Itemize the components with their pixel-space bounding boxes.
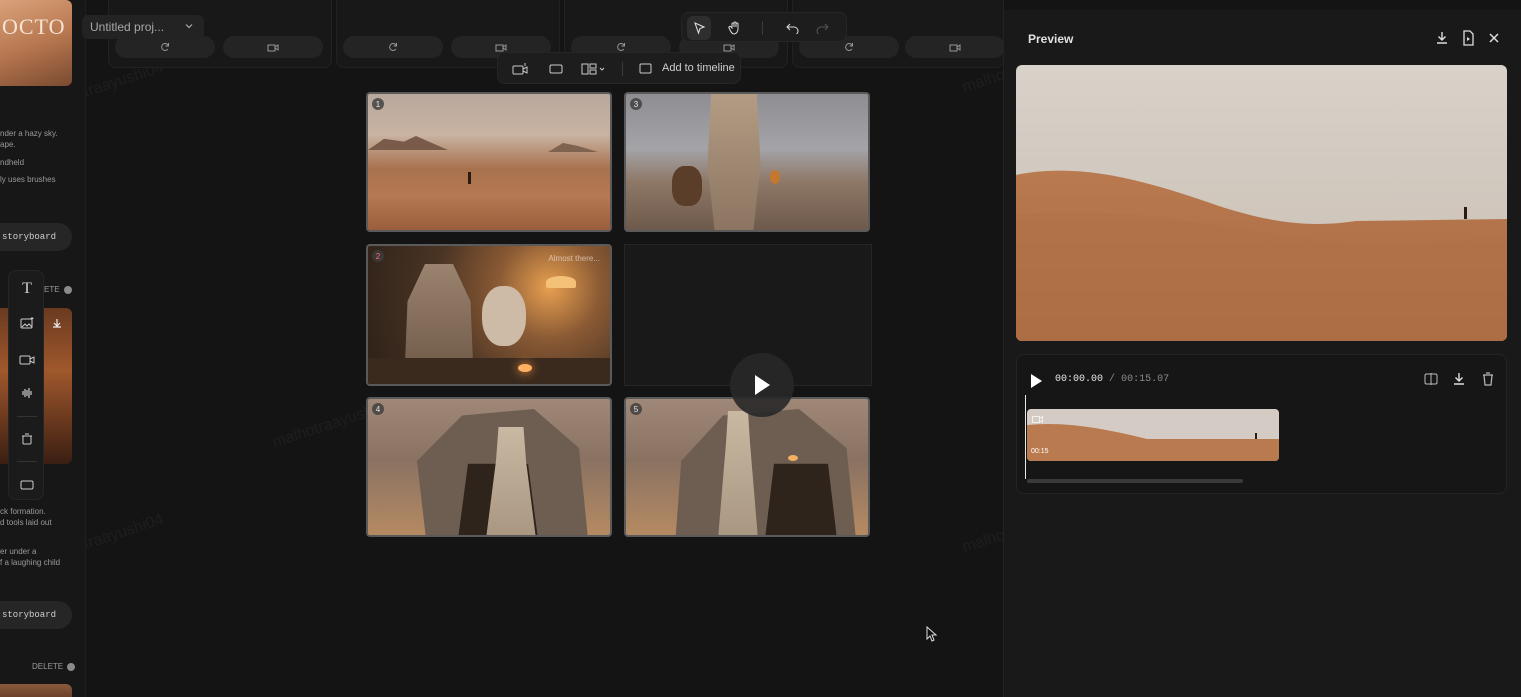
add-to-timeline-button[interactable]: Add to timeline [662,62,735,74]
trash-icon[interactable] [1481,371,1495,387]
export-file-icon[interactable] [1460,30,1476,46]
to-video-button[interactable] [223,36,323,58]
refresh-icon [389,42,397,51]
clip-duration: 00:15 [1031,448,1049,455]
frame-number: 2 [372,250,384,262]
storyboard-frame[interactable]: 3 [624,92,870,232]
frame-tool-icon[interactable] [9,473,45,497]
refresh-icon [845,42,853,51]
preview-title: Preview [1028,32,1074,46]
video-icon [495,44,507,52]
scene-thumbnail[interactable]: OCTO [0,0,72,86]
download-icon[interactable] [1434,30,1450,46]
canvas-toolbar [681,12,847,42]
delete-tool-icon[interactable] [9,427,45,451]
timeline-clip[interactable]: 00:15 [1027,409,1279,461]
refresh-icon [161,42,169,51]
audio-tool-icon[interactable] [9,381,45,405]
scene-description: er under a f a laughing child [0,547,61,567]
storyboard-button[interactable]: storyboard [0,601,72,629]
playhead[interactable] [1025,395,1026,479]
storyboard-frame[interactable]: 1 [366,92,612,232]
play-icon[interactable] [1029,373,1043,389]
logo-text: OCTO [2,14,66,39]
scene-description: nder a hazy sky. ape. [0,129,58,149]
video-icon [1032,415,1043,424]
video-icon [949,44,961,52]
generation-status: Almost there... [548,254,600,263]
chevron-down-icon [185,24,193,29]
refresh-icon [617,42,625,51]
text-tool-icon[interactable]: T [9,277,45,301]
delete-button[interactable]: ETE [44,285,72,294]
storyboard-button[interactable]: storyboard [0,223,72,251]
selection-toolbar: Add to timeline [497,52,741,84]
frame-icon[interactable] [544,57,568,81]
preview-video[interactable] [1016,65,1507,341]
cursor-icon [926,626,938,642]
scene-description: ck formation. d tools laid out [0,507,52,527]
layout-dropdown-icon[interactable] [578,57,610,81]
frame-number: 5 [630,403,642,415]
tool-panel: T [8,270,44,500]
play-storyboard-button[interactable] [730,353,794,417]
select-tool-icon[interactable] [687,16,711,40]
storyboard-frame[interactable]: 5 [624,397,870,537]
timeline: 00:00.00 / 00:15.07 00:15 [1016,354,1507,494]
app-root: malhotraayushi04 malhotraayushi04 malhot… [0,0,1521,697]
scene-description: ndheld [0,158,25,167]
undo-icon[interactable] [780,16,804,40]
split-icon[interactable] [1423,371,1439,387]
storyboard-grid: 1 3 2 Almost there... 4 5 [366,92,872,538]
play-icon [755,375,770,395]
project-name: Untitled proj... [90,20,165,34]
hand-tool-icon[interactable] [723,16,747,40]
preview-panel: Preview 00:00.00 / 00:15.07 00:15 [1003,10,1521,697]
timeline-scrollbar[interactable] [1027,479,1243,483]
frame-number: 3 [630,98,642,110]
delete-button[interactable]: DELETE [32,662,76,671]
redo-icon[interactable] [810,16,834,40]
regenerate-button[interactable] [115,36,215,58]
regenerate-button[interactable] [343,36,443,58]
scene-description: ly uses brushes [0,175,56,184]
download-icon [53,319,61,328]
delete-icon [63,285,72,294]
timeline-icon [639,63,652,74]
storyboard-frame[interactable]: 2 Almost there... [366,244,612,386]
scene-thumbnail[interactable] [0,684,72,697]
to-video-button[interactable] [905,36,1005,58]
frame-number: 1 [372,98,384,110]
close-icon[interactable] [1486,30,1502,46]
frame-number: 4 [372,403,384,415]
project-name-dropdown[interactable]: Untitled proj... [82,15,204,39]
video-icon [723,44,735,52]
delete-icon [67,662,76,671]
image-tool-icon[interactable] [9,311,45,335]
download-icon[interactable] [1451,371,1467,387]
storyboard-frame[interactable]: 4 [366,397,612,537]
video-tool-icon[interactable] [9,347,45,371]
add-video-icon[interactable] [508,57,532,81]
timecode: 00:00.00 / 00:15.07 [1055,374,1170,385]
video-icon [267,44,279,52]
